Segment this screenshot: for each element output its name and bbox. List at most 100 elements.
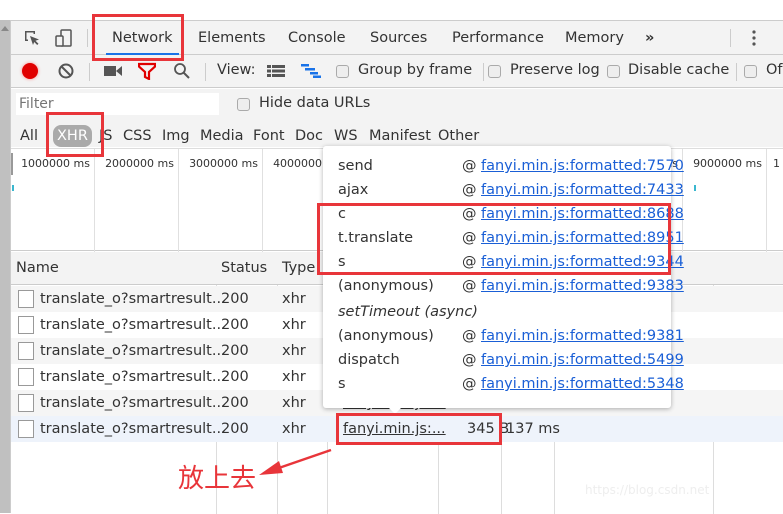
frame-function: dispatch <box>338 352 400 368</box>
column-header-name[interactable]: Name <box>11 252 59 285</box>
at-sign: @ <box>462 352 477 368</box>
request-name: translate_o?smartresult... <box>40 395 226 411</box>
preserve-log-checkbox[interactable] <box>488 65 501 78</box>
request-type: xhr <box>282 343 306 359</box>
timeline-tick: 3000000 ms <box>179 149 263 252</box>
file-icon <box>18 290 34 308</box>
at-sign: @ <box>462 182 477 198</box>
filter-icon[interactable] <box>138 62 156 80</box>
type-filter-ws[interactable]: WS <box>332 125 360 147</box>
file-icon <box>18 368 34 386</box>
column-header-status[interactable]: Status <box>216 252 267 285</box>
group-by-frame-checkbox[interactable] <box>336 65 349 78</box>
hide-data-urls-checkbox[interactable] <box>237 98 250 111</box>
highlight-box-callstack-frames <box>317 203 671 275</box>
device-toolbar-icon[interactable] <box>55 29 73 47</box>
timeline-tick: 9000000 ms <box>683 149 767 252</box>
request-time: 137 ms <box>506 421 560 437</box>
more-tabs-button[interactable]: » <box>645 21 654 55</box>
type-filter-img[interactable]: Img <box>160 125 192 147</box>
tab-console[interactable]: Console <box>288 21 346 55</box>
type-filter-doc[interactable]: Doc <box>293 125 325 147</box>
disable-cache-checkbox[interactable] <box>607 65 620 78</box>
preserve-log-label: Preserve log <box>510 62 600 78</box>
request-name: translate_o?smartresult... <box>40 317 226 333</box>
request-name: translate_o?smartresult... <box>40 369 226 385</box>
disable-cache-label: Disable cache <box>628 62 730 78</box>
frame-source-link[interactable]: fanyi.min.js:formatted:5499 <box>481 348 684 372</box>
divider <box>205 63 206 81</box>
divider <box>483 63 484 81</box>
type-filter-media[interactable]: Media <box>198 125 246 147</box>
async-label: setTimeout (async) <box>338 304 478 320</box>
tab-performance[interactable]: Performance <box>452 21 544 55</box>
annotation-arrow-icon <box>259 448 332 475</box>
at-sign: @ <box>462 158 477 174</box>
type-filter-other[interactable]: Other <box>436 125 481 147</box>
search-icon[interactable] <box>173 62 191 80</box>
type-filter-all[interactable]: All <box>18 125 40 147</box>
request-status: 200 <box>221 343 249 359</box>
divider <box>87 29 88 47</box>
type-filter-css[interactable]: CSS <box>121 125 154 147</box>
at-sign: @ <box>462 278 477 294</box>
file-icon <box>18 394 34 412</box>
tab-sources[interactable]: Sources <box>370 21 427 55</box>
frame-source-link[interactable]: fanyi.min.js:formatted:7570 <box>481 154 684 178</box>
request-status: 200 <box>221 317 249 333</box>
highlight-box-network-tab <box>92 14 184 61</box>
waterfall-overview-icon[interactable] <box>301 64 321 78</box>
request-status: 200 <box>221 421 249 437</box>
tab-memory[interactable]: Memory <box>565 21 624 55</box>
annotation-text: 放上去 <box>178 464 257 494</box>
initiator-callstack-popover: send @ fanyi.min.js:formatted:7570 ajax @ fa… <box>323 146 684 408</box>
request-type: xhr <box>282 395 306 411</box>
type-filter-font[interactable]: Font <box>251 125 287 147</box>
request-type: xhr <box>282 317 306 333</box>
frame-function: send <box>338 158 373 174</box>
frame-function: (anonymous) <box>338 278 434 294</box>
timeline-tick: 1000000 ms <box>11 149 95 252</box>
tab-elements[interactable]: Elements <box>198 21 266 55</box>
column-header-type[interactable]: Type <box>277 252 315 285</box>
hide-data-urls-label: Hide data URLs <box>259 95 371 111</box>
type-filter-manifest[interactable]: Manifest <box>367 125 433 147</box>
screenshot-camera-icon[interactable] <box>104 65 122 77</box>
scroll-up-arrow-icon[interactable] <box>1 26 9 31</box>
timeline-tick: 2000000 ms <box>95 149 179 252</box>
request-status: 200 <box>221 395 249 411</box>
file-icon <box>18 316 34 334</box>
frame-source-link[interactable]: fanyi.min.js:formatted:7433 <box>481 178 684 202</box>
request-type: xhr <box>282 421 306 437</box>
request-mark <box>12 185 14 191</box>
more-options-icon[interactable] <box>751 29 757 47</box>
frame-source-link[interactable]: fanyi.min.js:formatted:9383 <box>481 274 684 298</box>
at-sign: @ <box>462 328 477 344</box>
file-icon <box>18 420 34 438</box>
divider <box>89 63 90 81</box>
filter-bar: Hide data URLs All XHR JS CSS Img Media … <box>11 89 783 147</box>
at-sign: @ <box>462 376 477 392</box>
record-icon[interactable] <box>22 63 38 79</box>
large-rows-icon[interactable] <box>267 65 285 77</box>
offline-label: Of <box>766 62 783 78</box>
request-status: 200 <box>221 369 249 385</box>
request-name: translate_o?smartresult... <box>40 291 226 307</box>
request-status: 200 <box>221 291 249 307</box>
frame-source-link[interactable]: fanyi.min.js:formatted:5348 <box>481 372 684 396</box>
left-scrollbar[interactable] <box>0 20 10 513</box>
inspect-element-icon[interactable] <box>23 29 41 47</box>
clear-icon[interactable] <box>58 63 74 79</box>
watermark: https://blog.csdn.net <box>585 483 710 497</box>
timeline-tick: 1 <box>767 149 783 252</box>
frame-function: s <box>338 376 346 392</box>
request-name: translate_o?smartresult... <box>40 421 226 437</box>
offline-checkbox[interactable] <box>744 65 757 78</box>
frame-function: (anonymous) <box>338 328 434 344</box>
highlight-box-initiator-row <box>336 413 502 445</box>
request-name: translate_o?smartresult... <box>40 343 226 359</box>
file-icon <box>18 342 34 360</box>
request-type: xhr <box>282 369 306 385</box>
frame-source-link[interactable]: fanyi.min.js:formatted:9381 <box>481 324 684 348</box>
request-type: xhr <box>282 291 306 307</box>
